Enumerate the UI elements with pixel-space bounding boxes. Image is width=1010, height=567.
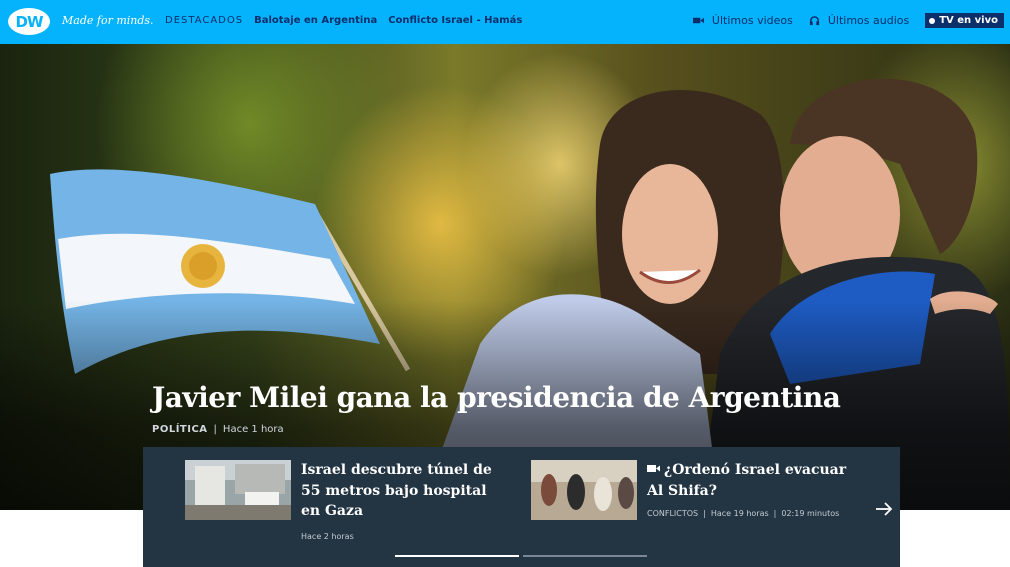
main-nav: DESTACADOS Balotaje en Argentina Conflic… — [165, 15, 522, 26]
hero-headline[interactable]: Javier Milei gana la presidencia de Arge… — [152, 381, 841, 414]
tagline: Made for minds. — [62, 14, 154, 27]
latest-audios-link[interactable]: Últimos audios — [809, 14, 909, 27]
latest-videos-label: Últimos videos — [711, 14, 793, 27]
tv-live-button[interactable]: TV en vivo — [925, 13, 1004, 28]
hero-time: Hace 1 hora — [222, 424, 284, 435]
teaser-duration: 02:19 minutos — [781, 509, 840, 518]
teaser-time: Hace 2 horas — [301, 531, 354, 541]
meta-separator: | — [213, 424, 217, 435]
teaser-thumbnail — [185, 460, 291, 520]
arrow-right-icon[interactable] — [875, 501, 893, 517]
video-camera-icon — [692, 17, 704, 24]
meta-separator: | — [773, 509, 777, 518]
teaser-headline[interactable]: ¿Ordenó Israel evacuar Al Shifa? — [647, 460, 857, 501]
teaser-carousel: Israel descubre túnel de 55 metros bajo … — [143, 447, 900, 567]
media-nav: Últimos videos Últimos audios TV en vivo — [692, 13, 1004, 28]
headphones-icon — [809, 16, 819, 26]
meta-separator: | — [703, 509, 706, 518]
teaser-card[interactable]: Israel descubre túnel de 55 metros bajo … — [185, 460, 506, 541]
teaser-card[interactable]: ¿Ordenó Israel evacuar Al Shifa? CONFLIC… — [531, 460, 857, 520]
live-dot-icon — [929, 17, 936, 24]
teaser-time: Hace 19 horas — [710, 509, 769, 518]
nav-item-destacados[interactable]: DESTACADOS — [165, 15, 243, 26]
latest-audios-label: Últimos audios — [827, 14, 910, 27]
latest-videos-link[interactable]: Últimos videos — [692, 14, 793, 27]
carousel-progress-inactive — [523, 555, 647, 557]
teaser-headline[interactable]: Israel descubre túnel de 55 metros bajo … — [301, 460, 506, 522]
nav-item-conflicto[interactable]: Conflicto Israel - Hamás — [388, 15, 522, 26]
teaser-headline-text: ¿Ordenó Israel evacuar Al Shifa? — [647, 462, 847, 499]
teaser-thumbnail — [531, 460, 637, 520]
tv-live-label: TV en vivo — [939, 15, 998, 26]
carousel-progress-active — [395, 555, 519, 557]
dw-logo[interactable]: DW — [8, 8, 50, 35]
hero-story[interactable]: Javier Milei gana la presidencia de Arge… — [0, 44, 1010, 510]
hero-category[interactable]: POLÍTICA — [152, 424, 208, 435]
site-header: DW Made for minds. DESTACADOS Balotaje e… — [0, 0, 1010, 44]
nav-item-balotaje[interactable]: Balotaje en Argentina — [254, 15, 377, 26]
video-camera-icon — [647, 465, 660, 472]
teaser-category[interactable]: CONFLICTOS — [647, 509, 698, 518]
hero-meta: POLÍTICA | Hace 1 hora — [152, 424, 284, 435]
